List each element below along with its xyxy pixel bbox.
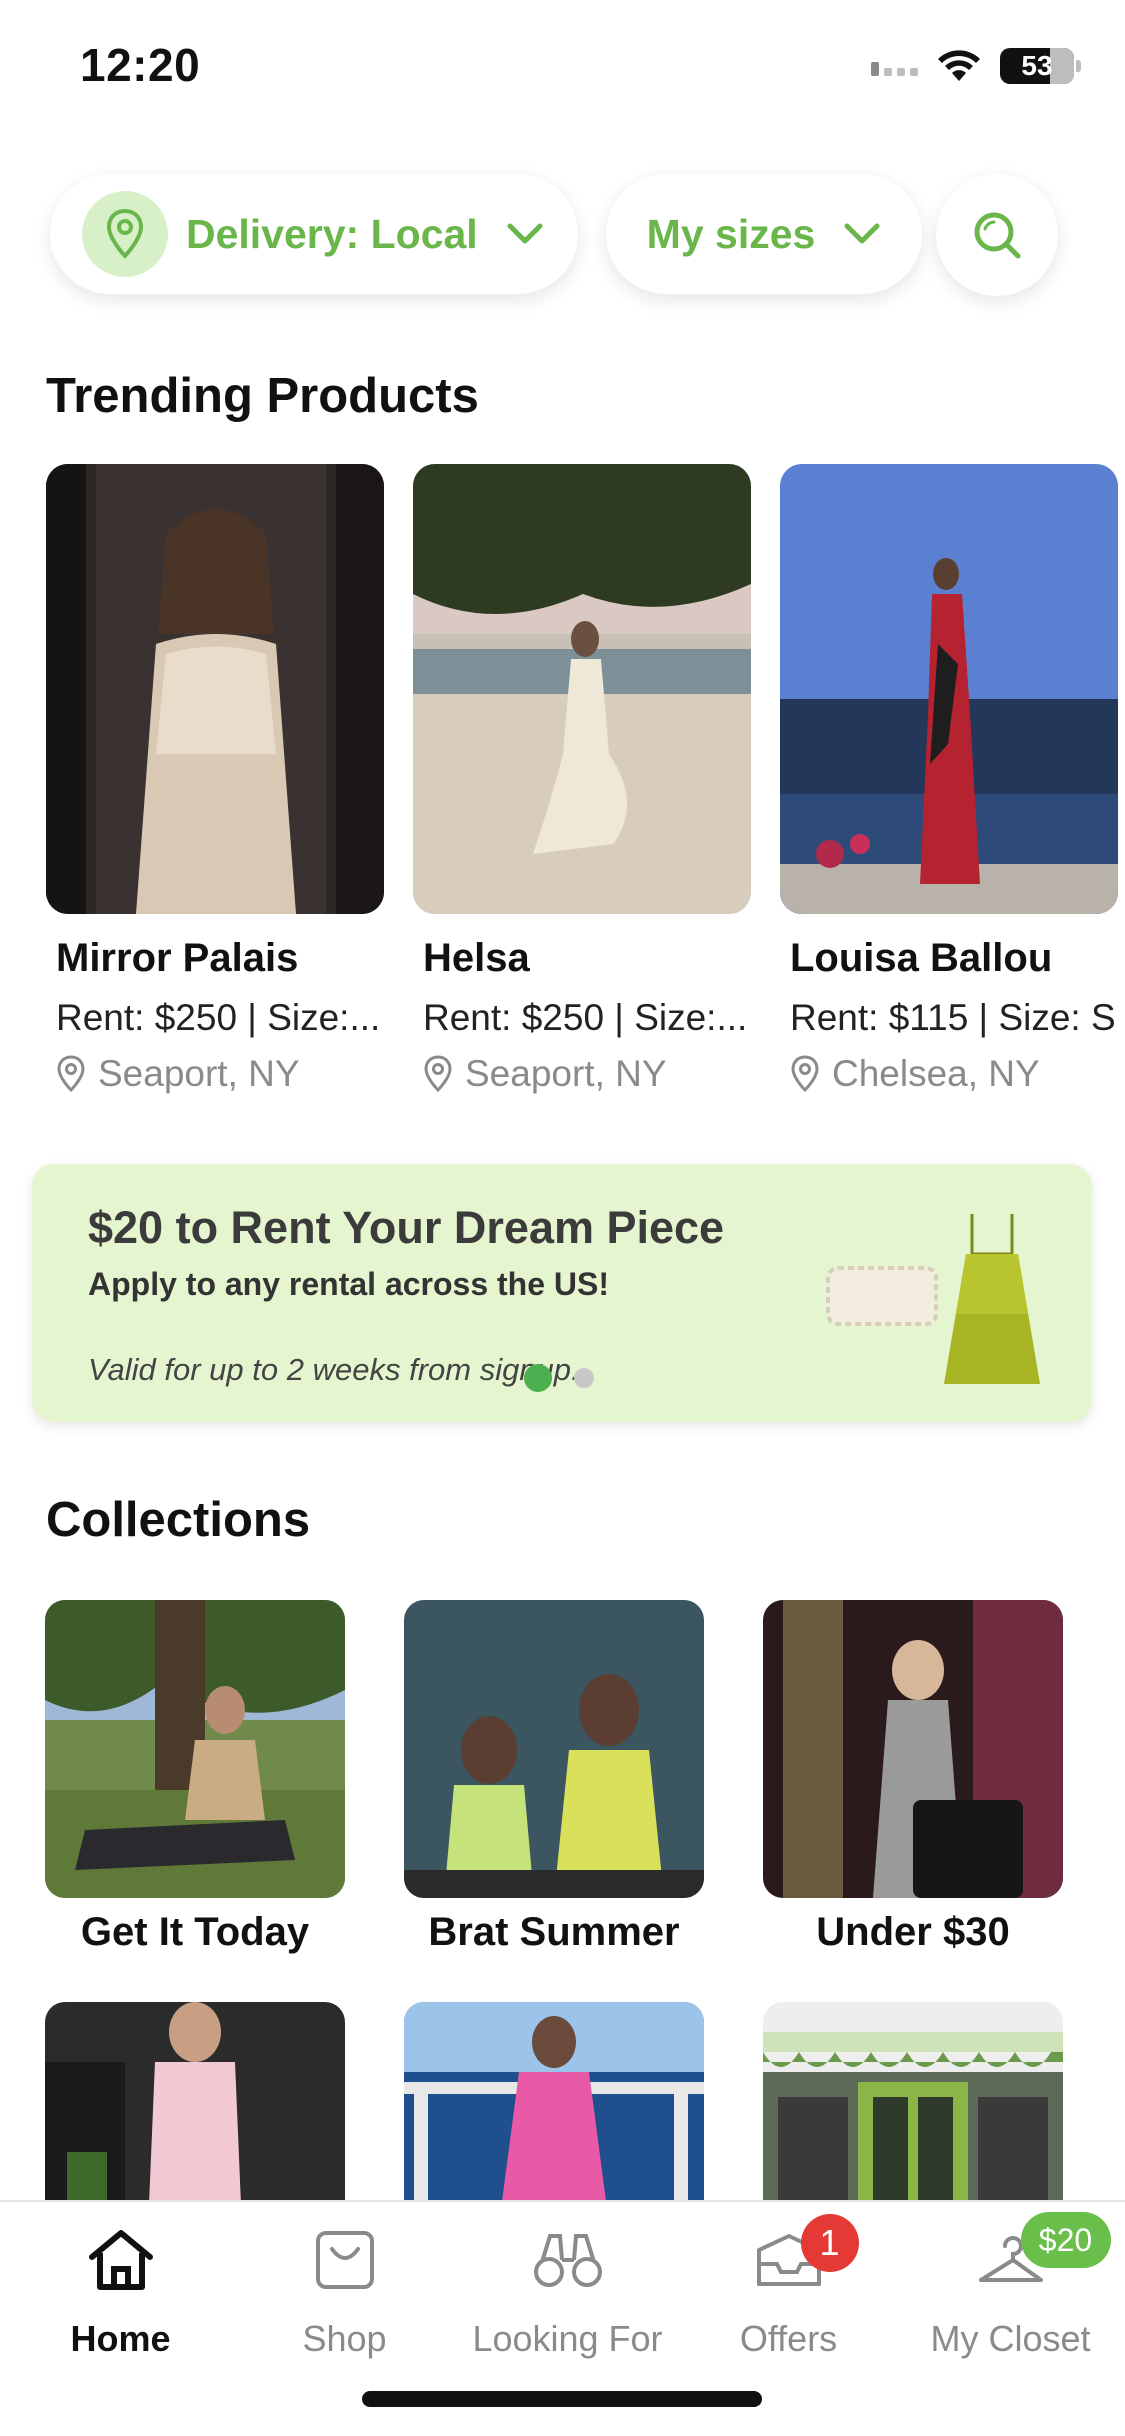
promo-banner[interactable]: $20 to Rent Your Dream Piece Apply to an… — [32, 1164, 1092, 1422]
nav-item-shop[interactable]: Shop — [232, 2224, 457, 2360]
carousel-dot-active[interactable] — [524, 1364, 552, 1392]
status-time: 12:20 — [80, 39, 201, 91]
promo-title: $20 to Rent Your Dream Piece — [88, 1202, 725, 1253]
product-rent-size: Rent: $115 | Size: S — [790, 997, 1116, 1038]
collections-title: Collections — [46, 1493, 311, 1547]
collection-label: Get It Today — [80, 1910, 310, 1954]
product-card[interactable]: Louisa Ballou Rent: $115 | Size: S Chels… — [780, 464, 1118, 1095]
product-location: Chelsea, NY — [790, 1053, 1118, 1095]
product-location-text: Chelsea, NY — [832, 1053, 1040, 1094]
product-location: Seaport, NY — [56, 1053, 384, 1095]
nav-item-offers[interactable]: 1 Offers — [676, 2214, 901, 2360]
product-location: Seaport, NY — [423, 1053, 751, 1095]
collection-card[interactable]: Brat Summer — [404, 1600, 704, 1955]
product-card[interactable]: Mirror Palais Rent: $250 | Size:... Seap… — [46, 464, 384, 1095]
product-location-text: Seaport, NY — [98, 1053, 300, 1094]
collection-image — [45, 1600, 345, 1898]
promo-subtitle: Apply to any rental across the US! — [88, 1266, 610, 1302]
location-pin-icon — [57, 1055, 85, 1093]
collection-card[interactable]: Get It Today — [45, 1600, 345, 1955]
nav-item-looking-for[interactable]: Looking For — [455, 2224, 680, 2360]
collection-label: Under $30 — [816, 1910, 1010, 1954]
nav-item-my-closet[interactable]: $20 My Closet — [898, 2212, 1123, 2360]
collection-image — [404, 1600, 704, 1898]
promo-validity: Valid for up to 2 weeks from signup. — [88, 1352, 580, 1387]
clutch-bag-image — [826, 1266, 938, 1326]
hanger-icon: $20 — [971, 2212, 1111, 2296]
product-rent-size: Rent: $250 | Size:... — [56, 997, 381, 1038]
location-pin-icon — [791, 1055, 819, 1093]
collection-card[interactable]: Under $30 — [763, 1600, 1063, 1955]
location-pin-icon — [82, 191, 168, 277]
product-location-text: Seaport, NY — [465, 1053, 667, 1094]
product-card[interactable]: Helsa Rent: $250 | Size:... Seaport, NY — [413, 464, 751, 1095]
delivery-filter-label: Delivery: Local — [186, 210, 478, 257]
shopping-bag-icon — [305, 2224, 385, 2296]
sequin-dress-image — [944, 1214, 1040, 1384]
closet-credit-badge: $20 — [1020, 2212, 1111, 2268]
product-image — [780, 464, 1118, 914]
delivery-filter-button[interactable]: Delivery: Local — [50, 174, 578, 294]
product-image — [46, 464, 384, 914]
nav-label-home: Home — [70, 2318, 171, 2359]
collection-image — [763, 1600, 1063, 1898]
search-button[interactable] — [936, 174, 1058, 296]
home-indicator — [362, 2391, 762, 2407]
nav-label-offers: Offers — [739, 2318, 838, 2359]
sizes-filter-button[interactable]: My sizes — [606, 174, 922, 294]
battery-icon: 53 — [1000, 48, 1074, 84]
sizes-filter-label: My sizes — [646, 210, 816, 257]
offers-badge: 1 — [800, 2214, 859, 2272]
nav-label-my-closet: My Closet — [930, 2318, 1091, 2359]
product-name: Helsa — [423, 936, 530, 980]
signal-icon — [871, 56, 918, 76]
battery-cap — [1076, 60, 1081, 72]
binoculars-icon — [528, 2224, 608, 2296]
nav-label-looking-for: Looking For — [472, 2318, 663, 2359]
search-icon — [974, 212, 1021, 259]
home-icon — [81, 2224, 161, 2296]
nav-label-shop: Shop — [302, 2318, 387, 2359]
chevron-down-icon — [506, 222, 544, 246]
battery-level: 53 — [1021, 50, 1053, 81]
status-bar: 12:20 53 — [0, 0, 1125, 140]
chevron-down-icon — [843, 222, 881, 246]
collection-label: Brat Summer — [428, 1910, 680, 1954]
status-icons: 53 — [871, 48, 1081, 84]
location-pin-icon — [424, 1055, 452, 1093]
inbox-icon: 1 — [749, 2214, 859, 2296]
wifi-icon — [938, 50, 980, 81]
product-name: Mirror Palais — [56, 936, 299, 980]
carousel-dot[interactable] — [574, 1368, 594, 1388]
product-image — [413, 464, 751, 914]
trending-title: Trending Products — [46, 369, 479, 423]
product-rent-size: Rent: $250 | Size:... — [423, 997, 748, 1038]
nav-item-home[interactable]: Home — [8, 2224, 233, 2360]
product-name: Louisa Ballou — [790, 936, 1053, 980]
